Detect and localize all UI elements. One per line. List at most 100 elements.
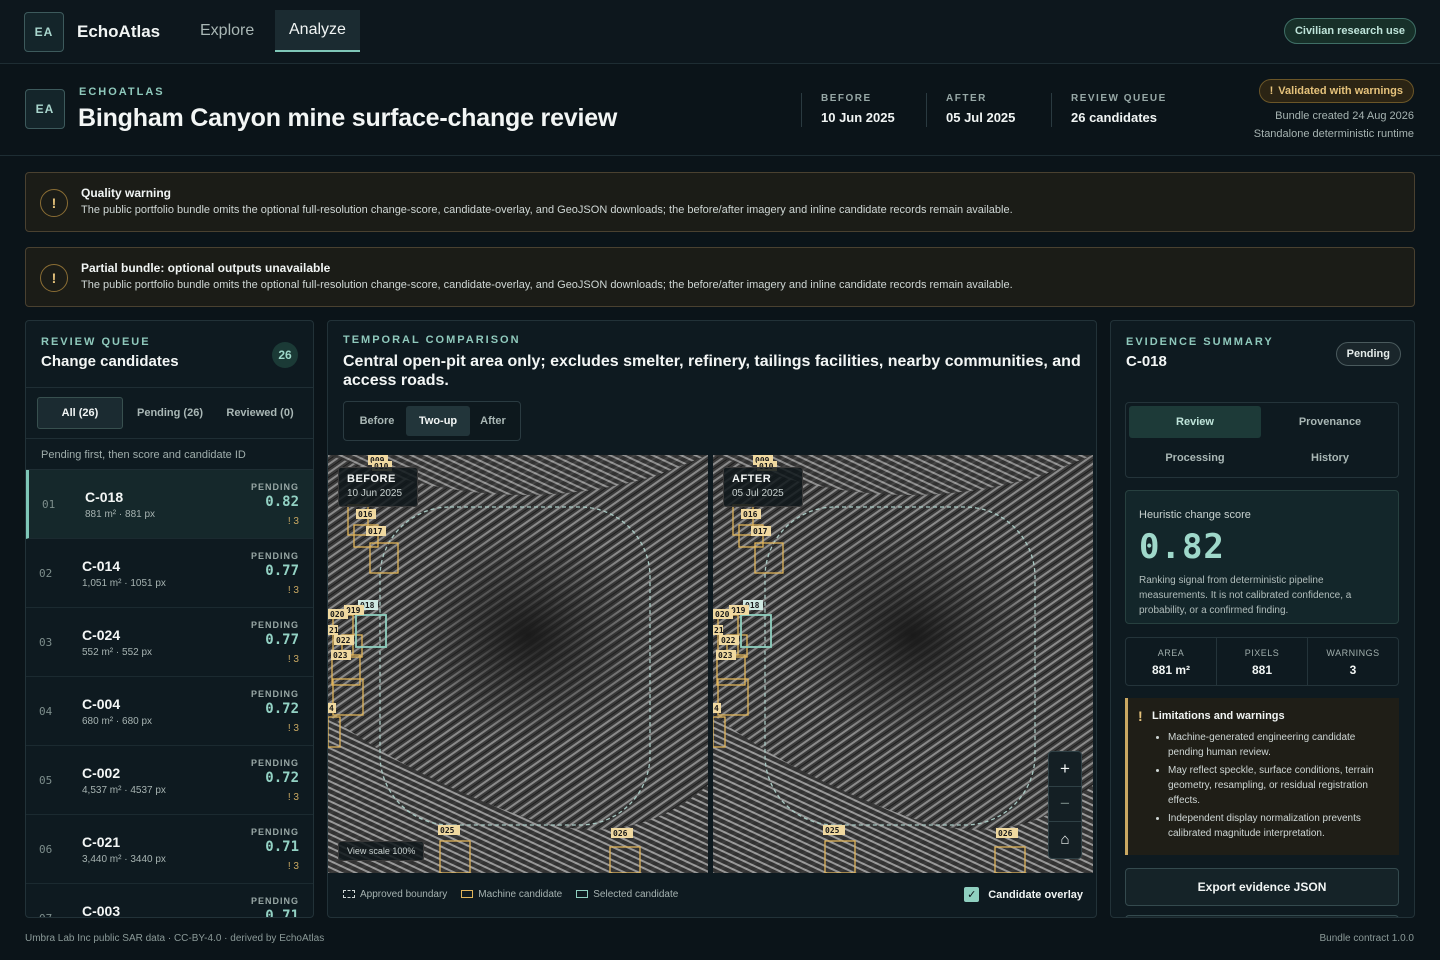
meta-label: BEFORE bbox=[821, 93, 872, 104]
zoom-in-button[interactable]: + bbox=[1049, 752, 1081, 787]
header-eyebrow: ECHOATLAS bbox=[79, 86, 165, 98]
candidate-id: C-018 bbox=[85, 489, 124, 505]
filter-reviewed[interactable]: Reviewed (0) bbox=[216, 397, 304, 429]
candidate-row[interactable]: 07 C-003 PENDING 0.71 bbox=[26, 884, 313, 918]
candidate-warnings: ! 3 bbox=[287, 585, 299, 596]
svg-text:4: 4 bbox=[714, 704, 719, 713]
export-evidence-button[interactable]: Export evidence JSON bbox=[1125, 868, 1399, 906]
mode-two-up[interactable]: Two-up bbox=[406, 406, 470, 436]
legend-machine-candidate: Machine candidate bbox=[461, 889, 562, 900]
candidate-id: C-021 bbox=[82, 834, 121, 850]
nav-tab-analyze[interactable]: Analyze bbox=[275, 10, 360, 52]
svg-text:026: 026 bbox=[998, 829, 1013, 838]
candidate-status: PENDING bbox=[250, 551, 299, 561]
candidate-warnings: ! 3 bbox=[287, 792, 299, 803]
checkbox-checked-icon[interactable]: ✓ bbox=[964, 887, 980, 902]
evidence-eyebrow: EVIDENCE SUMMARY bbox=[1126, 336, 1274, 348]
candidate-id: C-004 bbox=[82, 696, 121, 712]
candidate-id: C-003 bbox=[82, 903, 121, 918]
queue-eyebrow: REVIEW QUEUE bbox=[41, 336, 151, 348]
candidate-row[interactable]: 03 C-024 552 m² · 552 px PENDING 0.77 ! … bbox=[26, 608, 313, 677]
view-mode-toggle: Before Two-up After bbox=[343, 401, 521, 441]
candidate-id: C-014 bbox=[82, 558, 121, 574]
warning-title: Quality warning bbox=[81, 186, 172, 200]
meta-review-queue: REVIEW QUEUE 26 candidates bbox=[1051, 93, 1167, 127]
meta-value: 26 candidates bbox=[1071, 110, 1157, 125]
candidate-score: 0.71 bbox=[265, 908, 299, 918]
brand-name[interactable]: EchoAtlas bbox=[77, 22, 160, 42]
limitations-list: Machine-generated engineering candidate … bbox=[1150, 730, 1389, 841]
evidence-summary-panel: EVIDENCE SUMMARY C-018 Pending Review Pr… bbox=[1110, 320, 1415, 918]
svg-text:020: 020 bbox=[330, 610, 345, 619]
sort-note: Pending first, then score and candidate … bbox=[41, 449, 246, 461]
data-credit: Umbra Lab Inc public SAR data · CC-BY-4.… bbox=[25, 933, 325, 944]
svg-text:016: 016 bbox=[743, 510, 758, 519]
score-note: Ranking signal from deterministic pipeli… bbox=[1139, 575, 1352, 616]
candidate-status: PENDING bbox=[250, 758, 299, 768]
svg-text:4: 4 bbox=[329, 704, 334, 713]
candidate-row[interactable]: 02 C-014 1,051 m² · 1051 px PENDING 0.77… bbox=[26, 539, 313, 608]
filter-pending[interactable]: Pending (26) bbox=[126, 397, 214, 429]
app-logo[interactable]: EA bbox=[24, 12, 64, 52]
candidate-row[interactable]: 06 C-021 3,440 m² · 3440 px PENDING 0.71… bbox=[26, 815, 313, 884]
runtime-note: Standalone deterministic runtime bbox=[1253, 128, 1414, 140]
review-queue-panel: REVIEW QUEUE Change candidates 26 All (2… bbox=[25, 320, 314, 918]
warning-icon: ! bbox=[40, 264, 68, 292]
filter-all[interactable]: All (26) bbox=[37, 397, 123, 429]
before-image-pane[interactable]: 009 010 016 017 018 019 020 21 022 023 4… bbox=[328, 455, 708, 873]
before-caption: BEFORE 10 Jun 2025 bbox=[338, 467, 418, 507]
queue-count-badge: 26 bbox=[272, 342, 298, 368]
after-caption: AFTER 05 Jul 2025 bbox=[723, 467, 803, 507]
limitations-title: Limitations and warnings bbox=[1152, 710, 1285, 722]
home-icon[interactable]: ⌂ bbox=[1049, 822, 1081, 857]
candidate-score: 0.77 bbox=[265, 632, 299, 648]
candidate-score: 0.77 bbox=[265, 563, 299, 579]
candidate-meta: 680 m² · 680 px bbox=[82, 716, 153, 727]
candidate-meta: 881 m² · 881 px bbox=[85, 509, 156, 520]
queue-title: Change candidates bbox=[41, 353, 179, 370]
pane-date: 05 Jul 2025 bbox=[732, 488, 784, 499]
validation-label: Validated with warnings bbox=[1278, 85, 1403, 97]
candidate-row[interactable]: 01 C-018 881 m² · 881 px PENDING 0.82 ! … bbox=[26, 470, 313, 539]
tab-processing[interactable]: Processing bbox=[1129, 442, 1261, 474]
candidate-overlay-toggle[interactable]: ✓ Candidate overlay bbox=[964, 887, 1083, 902]
after-image-pane[interactable]: 009 010 016 017 018 019 020 21 022 023 4… bbox=[713, 455, 1093, 873]
map-legend: Approved boundary Machine candidate Sele… bbox=[343, 889, 678, 900]
svg-text:019: 019 bbox=[346, 606, 361, 615]
candidate-meta: 1,051 m² · 1051 px bbox=[82, 578, 166, 589]
partial-bundle-banner: ! Partial bundle: optional outputs unava… bbox=[25, 247, 1415, 307]
mode-after[interactable]: After bbox=[470, 406, 516, 436]
score-card: Heuristic change score 0.82 Ranking sign… bbox=[1125, 490, 1399, 624]
meta-after: AFTER 05 Jul 2025 bbox=[926, 93, 1015, 127]
mode-before[interactable]: Before bbox=[348, 406, 406, 436]
candidate-meta: 3,440 m² · 3440 px bbox=[82, 854, 166, 865]
warning-title: Partial bundle: optional outputs unavail… bbox=[81, 261, 331, 275]
candidate-index: 02 bbox=[39, 567, 53, 580]
candidate-status: PENDING bbox=[250, 620, 299, 630]
validation-badge: ! Validated with warnings bbox=[1258, 79, 1414, 103]
candidate-warnings: ! 3 bbox=[287, 723, 299, 734]
candidate-row[interactable]: 05 C-002 4,537 m² · 4537 px PENDING 0.72… bbox=[26, 746, 313, 815]
tab-review[interactable]: Review bbox=[1129, 406, 1261, 438]
tab-provenance[interactable]: Provenance bbox=[1264, 406, 1396, 438]
score-label: Heuristic change score bbox=[1139, 509, 1251, 521]
svg-text:025: 025 bbox=[825, 826, 840, 835]
sar-image-before: 009 010 016 017 018 019 020 21 022 023 4… bbox=[328, 455, 708, 873]
svg-text:020: 020 bbox=[715, 610, 730, 619]
meta-label: AFTER bbox=[946, 93, 987, 104]
candidate-score: 0.71 bbox=[265, 839, 299, 855]
tab-history[interactable]: History bbox=[1264, 442, 1396, 474]
svg-text:025: 025 bbox=[440, 826, 455, 835]
candidate-index: 06 bbox=[39, 843, 53, 856]
svg-text:023: 023 bbox=[718, 651, 733, 660]
secondary-action-button[interactable] bbox=[1125, 915, 1399, 917]
candidate-row[interactable]: 04 C-004 680 m² · 680 px PENDING 0.72 ! … bbox=[26, 677, 313, 746]
zoom-controls: + − ⌂ bbox=[1048, 751, 1082, 859]
page-header: EA ECHOATLAS Bingham Canyon mine surface… bbox=[0, 64, 1440, 156]
candidate-status: PENDING bbox=[250, 689, 299, 699]
page-title: Bingham Canyon mine surface-change revie… bbox=[78, 104, 618, 132]
nav-tab-explore[interactable]: Explore bbox=[186, 10, 268, 52]
svg-text:017: 017 bbox=[368, 527, 383, 536]
zoom-out-button[interactable]: − bbox=[1049, 787, 1081, 822]
warning-icon: ! bbox=[1269, 85, 1274, 97]
